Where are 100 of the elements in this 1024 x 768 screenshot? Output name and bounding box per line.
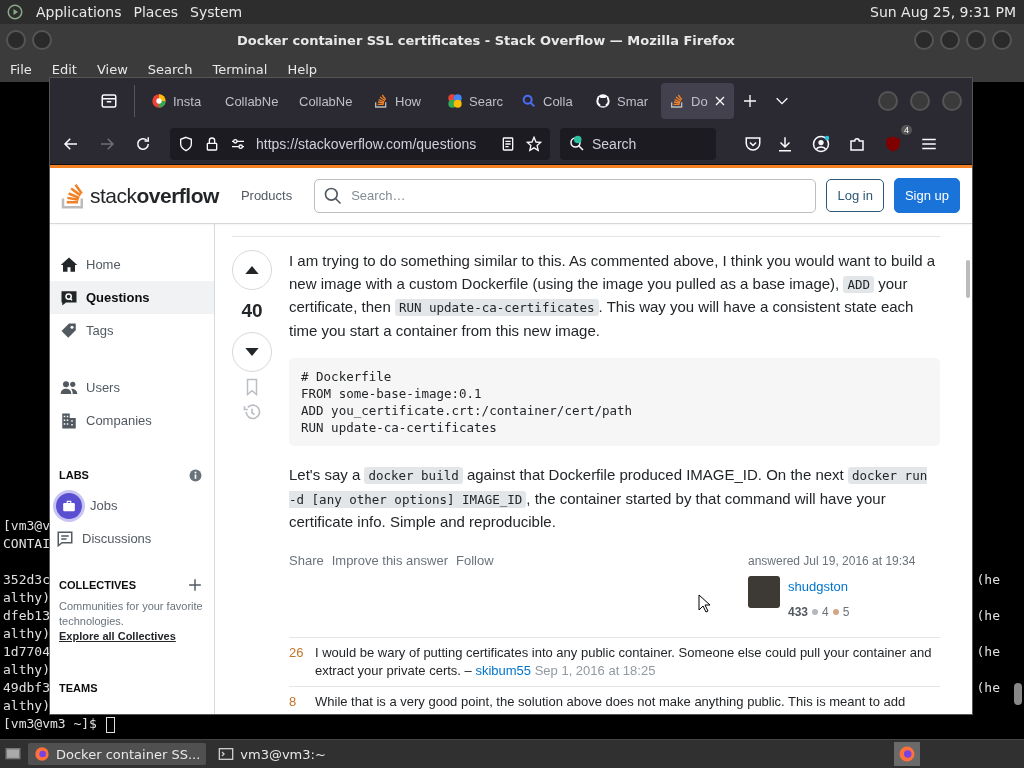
sidebar-item[interactable]: Questions (50, 281, 214, 314)
star-icon[interactable] (526, 136, 542, 152)
search-field[interactable]: Search… (314, 178, 817, 213)
reload-icon[interactable] (134, 135, 152, 153)
cat-silhouette-icon (595, 93, 611, 109)
terminal-text: 352d3c (3, 571, 50, 589)
mouse-pointer-icon (698, 594, 710, 613)
browser-tab[interactable]: How (365, 83, 437, 119)
sidebar-item[interactable]: Companies (50, 404, 214, 437)
comment-score: 26 (289, 644, 303, 662)
terminal-text: (he (976, 571, 1000, 589)
taskbar-item[interactable]: Docker container SS... (28, 743, 207, 765)
browser-tab[interactable]: Insta (143, 83, 215, 119)
scrollbar-thumb[interactable] (1014, 683, 1022, 705)
scrollbar-thumb[interactable] (966, 260, 970, 298)
menu-item[interactable]: Help (287, 61, 318, 77)
login-button[interactable]: Log in (826, 179, 884, 212)
section-heading: TEAMS (59, 682, 98, 694)
menu-item[interactable]: File (10, 61, 32, 77)
download-icon[interactable] (776, 135, 794, 153)
back-arrow-icon[interactable] (62, 135, 80, 153)
info-icon[interactable] (189, 468, 202, 482)
shield-icon (178, 136, 194, 152)
terminal-text: dfeb13 (3, 607, 50, 625)
browser-tab[interactable]: Colla (513, 83, 585, 119)
panel-menu[interactable]: Applications (36, 4, 122, 20)
post-action-link[interactable]: Follow (456, 549, 494, 623)
terminal-text: althy) (3, 697, 50, 715)
address-bar[interactable]: https://stackoverflow.com/questions (170, 128, 550, 160)
avatar-placeholder (748, 576, 780, 608)
sidebar-item[interactable]: Tags (50, 314, 214, 347)
reader-view-icon[interactable] (500, 136, 516, 152)
terminal-text: CONTAI (3, 535, 50, 553)
terminal-text: althy) (3, 589, 50, 607)
terminal-text: althy) (3, 661, 50, 679)
panel-clock: Sun Aug 25, 9:31 PM (870, 4, 1016, 20)
site-logo[interactable]: stackoverflow (90, 183, 219, 208)
post-action-link[interactable]: Share (289, 549, 324, 623)
buildings-icon (60, 411, 78, 430)
code-block: # Dockerfile FROM some-base-image:0.1 ADD you_certificate.crt:/container/cert/path RUN update-ca-certificates (289, 358, 940, 446)
user-link[interactable]: shudgston (788, 576, 850, 599)
signup-button[interactable]: Sign up (893, 178, 960, 213)
forward-arrow-icon[interactable] (98, 135, 116, 153)
lock-icon (204, 136, 220, 152)
browser-tab[interactable]: Searc (439, 83, 511, 119)
menu-item[interactable]: Search (147, 61, 193, 77)
answer-paragraph: I am trying to do something similar to this. As commented above, I think you would want to build a new image with a custom Dockerfile (using the image you pulled as a base image), ADD your certificate, then RUN update-ca-certificates . This way you will have a consistent state each time you start a container from this new image. (289, 251, 937, 341)
user-link[interactable]: skibum55 (475, 663, 532, 678)
close-icon[interactable] (713, 95, 726, 107)
menu-item[interactable]: Edit (51, 61, 77, 77)
stack-icon (669, 93, 685, 109)
browser-tab[interactable]: CollabNe (291, 83, 363, 119)
comment-score: 8 (289, 693, 298, 711)
plus-icon[interactable] (188, 578, 202, 592)
terminal-text: althy) (3, 625, 50, 643)
tray-icon[interactable] (100, 92, 118, 110)
panel-menu[interactable]: Places (133, 4, 179, 20)
account-icon[interactable] (812, 135, 830, 153)
post-action-link[interactable]: Improve this answer (331, 549, 449, 623)
taskbar-item[interactable]: vm3@vm3:~ (212, 743, 332, 765)
menu-item[interactable]: View (96, 61, 128, 77)
sliders-icon (230, 136, 246, 152)
home-icon (60, 255, 78, 274)
terminal-text: (he (976, 607, 1000, 625)
panel-menu[interactable]: System (190, 4, 243, 20)
terminal-text: (he (976, 679, 1000, 697)
search-field[interactable]: Search (560, 128, 716, 160)
browser-tab[interactable]: Smar (587, 83, 659, 119)
nav-link[interactable]: Products (228, 182, 305, 209)
comment-text: I would be wary of putting certificates into any public container. Someone else could pull your container and extract your private certs. – skibum55 Sep 1, 2016 at 18:25 (315, 644, 933, 680)
users-icon (60, 378, 78, 397)
search-icon (323, 185, 344, 206)
colorful-circle-icon (447, 93, 463, 109)
explore-link[interactable]: Explore all Collectives (59, 630, 176, 642)
sidebar-item[interactable]: Home (50, 248, 214, 281)
sidebar-item[interactable]: Users (50, 371, 214, 404)
vote-count: 40 (241, 299, 263, 323)
browser-tab[interactable]: Do (661, 83, 734, 119)
search-icon (568, 135, 586, 153)
pocket-icon[interactable] (744, 135, 762, 153)
comment-text: While that is a very good point, the solution above does not make anything public. This is meant to add (315, 693, 906, 711)
answer-paragraph: Let's say a docker build against that Dockerfile produced IMAGE_ID. On the next docker run -d [any other options] IMAGE_ID , the container started by that command will have your certificate info. Simple and reproducible. (289, 465, 929, 532)
badge-count: 5 (842, 603, 850, 621)
section-heading: LABS (59, 469, 89, 481)
terminal-icon (218, 746, 235, 762)
browser-tab[interactable]: CollabNe (217, 83, 289, 119)
text-cursor (105, 716, 115, 733)
fox-globe-icon (898, 745, 916, 763)
badge-count: 4 (822, 603, 829, 621)
sidebar-item[interactable]: Jobs (50, 489, 214, 522)
section-heading: COLLECTIVES (59, 579, 136, 591)
magnifier-icon (521, 93, 537, 109)
window-title: Docker container SSL certificates - Stack Overflow — Mozilla Firefox (236, 32, 736, 48)
sidebar-item[interactable]: Discussions (50, 522, 214, 555)
tag-icon (60, 321, 78, 340)
reputation: 433 (788, 603, 809, 621)
terminal-text: 49dbf3 (3, 679, 50, 697)
terminal-text: 1d7704 (3, 643, 50, 661)
extension-badge: 4 (901, 125, 912, 135)
menu-item[interactable]: Terminal (212, 61, 268, 77)
